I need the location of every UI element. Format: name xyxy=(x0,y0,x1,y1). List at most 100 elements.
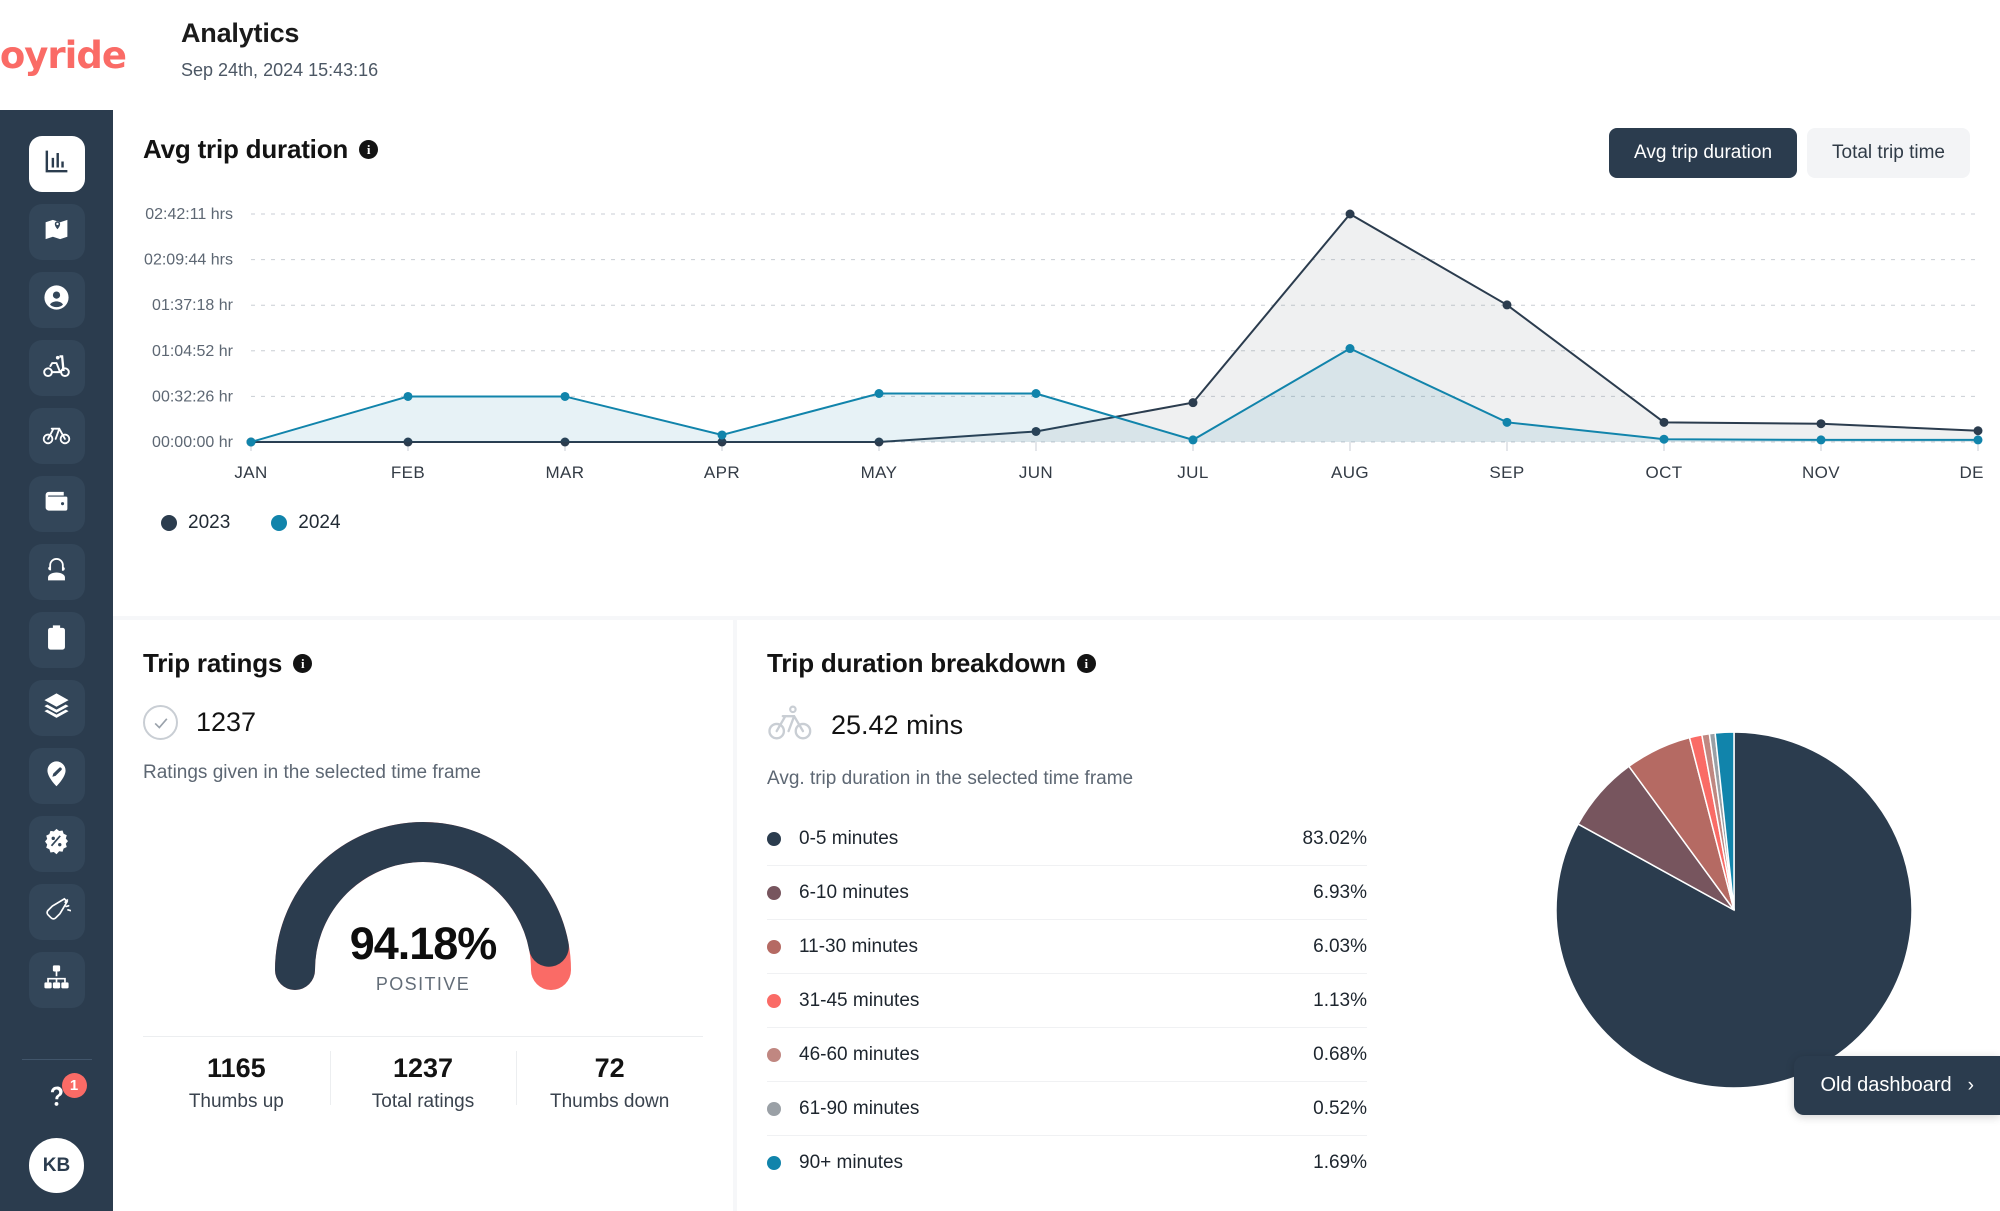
sidebar-item-map[interactable] xyxy=(28,204,85,260)
list-item-label: 61-90 minutes xyxy=(799,1097,920,1119)
card-title-text: Trip ratings xyxy=(143,648,283,678)
info-icon[interactable]: i xyxy=(1076,654,1096,673)
sidebar-divider xyxy=(21,1059,92,1060)
sidebar: 1 KB xyxy=(0,110,113,1211)
sidebar-item-analytics[interactable] xyxy=(28,136,85,192)
org-chart-icon xyxy=(42,963,71,997)
legend-dot xyxy=(767,1101,781,1116)
sidebar-item-marketing[interactable] xyxy=(28,884,85,940)
stat-thumbs-down: 72 Thumbs down xyxy=(516,1037,703,1113)
chart-toggle-group: Avg trip duration Total trip time xyxy=(1609,128,1970,178)
ratings-count: 1237 xyxy=(196,707,257,737)
positive-ratings-gauge: 94.18% POSITIVE xyxy=(143,810,703,1010)
sidebar-item-payments[interactable] xyxy=(28,476,85,532)
sidebar-item-support[interactable] xyxy=(28,544,85,600)
svg-text:JAN: JAN xyxy=(234,463,267,482)
tab-avg-trip-duration[interactable]: Avg trip duration xyxy=(1609,128,1798,178)
sidebar-item-bikes[interactable] xyxy=(28,408,85,464)
layers-icon xyxy=(42,691,71,725)
brand-logo[interactable]: Joyride xyxy=(0,0,127,110)
top-bar: Joyride Analytics Sep 24th, 2024 15:43:1… xyxy=(0,0,2000,110)
lower-cards-row: Trip ratings i 1237 Ratings given in the… xyxy=(113,616,2000,1211)
analytics-dashboard: Joyride Analytics Sep 24th, 2024 15:43:1… xyxy=(0,0,2000,1211)
old-dashboard-button[interactable]: Old dashboard › xyxy=(1794,1056,2000,1115)
list-item[interactable]: 6-10 minutes 6.93% xyxy=(767,866,1367,920)
list-item-percent: 1.69% xyxy=(1313,1152,1367,1173)
legend-dot xyxy=(767,1047,781,1062)
trip-ratings-card: Trip ratings i 1237 Ratings given in the… xyxy=(113,620,733,1211)
info-icon[interactable]: i xyxy=(359,140,379,159)
clipboard-tasks-icon xyxy=(42,623,71,657)
trip-duration-breakdown-card: Trip duration breakdown i 25.42 mins Avg… xyxy=(737,620,2000,1211)
legend-item-2024[interactable]: 2024 xyxy=(271,512,341,534)
tab-total-trip-time[interactable]: Total trip time xyxy=(1807,128,1970,178)
sidebar-item-promotions[interactable] xyxy=(28,816,85,872)
megaphone-icon xyxy=(42,895,72,929)
discount-badge-icon xyxy=(42,827,71,861)
list-item-percent: 0.52% xyxy=(1313,1097,1367,1119)
list-item-label: 31-45 minutes xyxy=(799,989,920,1011)
svg-text:02:09:44 hrs: 02:09:44 hrs xyxy=(144,252,233,269)
list-item[interactable]: 0-5 minutes 83.02% xyxy=(767,812,1367,866)
stat-value: 72 xyxy=(594,1053,625,1083)
list-item[interactable]: 46-60 minutes 0.68% xyxy=(767,1028,1367,1082)
brand-logo-text: Joyride xyxy=(0,33,127,77)
svg-text:NOV: NOV xyxy=(1802,463,1840,482)
main-content: Avg trip duration i Avg trip duration To… xyxy=(113,110,2000,1211)
sidebar-item-fleets[interactable] xyxy=(28,680,85,736)
info-icon[interactable]: i xyxy=(293,654,313,673)
svg-text:MAY: MAY xyxy=(861,463,898,482)
stat-thumbs-up: 1165 Thumbs up xyxy=(143,1037,330,1113)
chevron-right-icon: › xyxy=(1967,1074,1974,1096)
wallet-icon xyxy=(42,487,71,521)
bicycle-icon xyxy=(767,705,813,746)
sidebar-item-zones[interactable] xyxy=(28,748,85,804)
svg-text:AUG: AUG xyxy=(1331,463,1369,482)
avg-duration-value: 25.42 mins xyxy=(831,710,964,740)
sidebar-item-organization[interactable] xyxy=(28,952,85,1008)
svg-text:JUN: JUN xyxy=(1019,463,1053,482)
list-item[interactable]: 31-45 minutes 1.13% xyxy=(767,974,1367,1028)
line-chart[interactable]: 00:00:00 hr 00:32:26 hr 01:04:52 hr 01:37:1… xyxy=(143,206,1983,506)
legend-label-2024: 2024 xyxy=(298,512,341,533)
list-item-label: 11-30 minutes xyxy=(799,935,918,957)
stat-label: Total ratings xyxy=(371,1091,475,1112)
sidebar-item-users[interactable] xyxy=(28,272,85,328)
sidebar-item-tasks[interactable] xyxy=(28,612,85,668)
card-title-trip-duration-breakdown: Trip duration breakdown i xyxy=(767,648,1970,679)
sidebar-item-scooters[interactable] xyxy=(28,340,85,396)
card-title-avg-trip-duration: Avg trip duration i xyxy=(143,134,379,165)
list-item[interactable]: 61-90 minutes 0.52% xyxy=(767,1082,1367,1136)
svg-text:01:37:18 hr: 01:37:18 hr xyxy=(152,297,234,314)
list-item[interactable]: 90+ minutes 1.69% xyxy=(767,1136,1367,1190)
svg-text:MAR: MAR xyxy=(546,463,585,482)
svg-text:00:32:26 hr: 00:32:26 hr xyxy=(152,388,234,405)
list-item-percent: 83.02% xyxy=(1302,827,1367,849)
duration-pie-chart[interactable] xyxy=(1554,730,1914,1095)
svg-text:FEB: FEB xyxy=(391,463,425,482)
list-item-label: 0-5 minutes xyxy=(799,827,899,849)
legend-dot xyxy=(767,885,781,900)
avatar[interactable]: KB xyxy=(29,1138,84,1193)
stat-value: 1237 xyxy=(392,1053,454,1083)
svg-text:00:00:00 hr: 00:00:00 hr xyxy=(152,434,234,451)
list-item-label: 90+ minutes xyxy=(799,1152,904,1173)
duration-breakdown-list: 0-5 minutes 83.02% 6-10 minutes 6.93% 11… xyxy=(767,812,1367,1190)
svg-text:OCT: OCT xyxy=(1645,463,1682,482)
bar-chart-icon xyxy=(42,147,71,181)
page-header: Analytics Sep 24th, 2024 15:43:16 xyxy=(113,0,378,81)
card-title-text: Avg trip duration xyxy=(143,134,349,164)
legend-dot-2023 xyxy=(161,515,177,531)
help-button[interactable]: 1 xyxy=(31,1073,87,1122)
ratings-metric: 1237 xyxy=(143,705,703,740)
svg-text:01:04:52 hr: 01:04:52 hr xyxy=(152,343,234,360)
stat-total-ratings: 1237 Total ratings xyxy=(329,1037,517,1113)
list-item[interactable]: 11-30 minutes 6.03% xyxy=(767,920,1367,974)
list-item-percent: 6.93% xyxy=(1313,881,1367,903)
old-dashboard-label: Old dashboard xyxy=(1820,1074,1952,1096)
legend-item-2023[interactable]: 2023 xyxy=(161,512,230,534)
legend-dot xyxy=(767,1156,781,1170)
card-title-trip-ratings: Trip ratings i xyxy=(143,648,703,679)
scooter-icon xyxy=(42,351,71,385)
gauge-percentage: 94.18% xyxy=(349,918,498,969)
